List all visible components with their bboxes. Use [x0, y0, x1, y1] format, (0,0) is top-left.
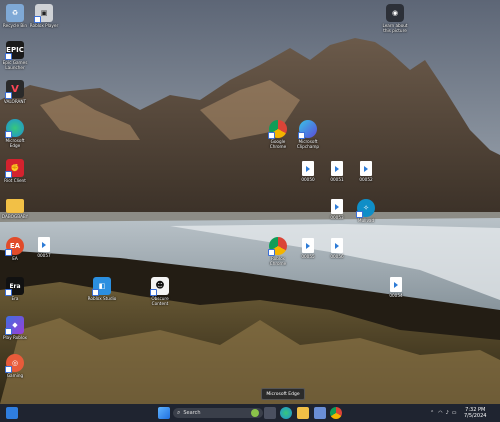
icon-label: Epic Games Launcher: [2, 60, 28, 70]
wifi-icon[interactable]: ◠: [438, 410, 442, 416]
icon-label: Recycle Bin: [2, 23, 28, 28]
icon-label: DABOGBABY: [1, 214, 29, 219]
valorant-shortcut[interactable]: V VALORANT: [0, 80, 30, 104]
chrome-icon: [268, 237, 287, 256]
icon-label: 00054: [389, 293, 403, 298]
file-icon: [331, 161, 343, 176]
icon-label: 00057: [37, 253, 51, 258]
microsoft-edge-shortcut[interactable]: Microsoft Edge: [0, 119, 30, 148]
icon-label: VALORANT: [3, 99, 27, 104]
learn-about-picture-shortcut[interactable]: ◉ Learn about this picture: [380, 4, 410, 33]
file-00052[interactable]: 00052: [351, 161, 381, 182]
file-icon: [390, 277, 402, 292]
mullvad-shortcut[interactable]: ✧ Mullvad: [351, 199, 381, 223]
obscure-content-shortcut[interactable]: ☻ Obscure Content: [145, 277, 175, 306]
riot-client-shortcut[interactable]: ✊ Riot Client: [0, 159, 30, 183]
ea-shortcut[interactable]: EA EA: [0, 237, 30, 261]
roblox-chrome-shortcut[interactable]: Roblox Chrome: [263, 237, 293, 266]
volume-icon[interactable]: ♪: [446, 410, 449, 416]
mullvad-icon: ✧: [356, 199, 375, 218]
roblox-studio-icon: ◧: [92, 277, 111, 296]
icon-label: Microsoft Clipchamp: [296, 139, 320, 149]
gaming-shortcut[interactable]: ◎ Gaming: [0, 354, 30, 378]
riot-icon: ✊: [5, 159, 24, 178]
file-00056[interactable]: 00056: [322, 238, 352, 259]
file-icon: [360, 161, 372, 176]
chevron-up-icon[interactable]: ⌃: [430, 410, 434, 416]
taskbar: ⌕ Search ⌃ ◠ ♪ ▭ 7:32 PM 7/5/2024: [0, 404, 500, 422]
file-icon: [331, 199, 343, 214]
icon-label: Obscure Content: [151, 296, 169, 306]
system-tray: ⌃ ◠ ♪ ▭: [430, 404, 457, 422]
icon-label: 00051: [330, 177, 344, 182]
icon-label: 00056: [330, 254, 344, 259]
chrome-icon: [268, 120, 287, 139]
recycle-bin-shortcut[interactable]: ♻ Recycle Bin: [0, 4, 30, 28]
icon-label: Learn about this picture: [382, 23, 408, 33]
icon-label: Roblox Player: [29, 23, 59, 28]
folder-icon: [6, 199, 24, 213]
file-00050[interactable]: 00050: [293, 161, 323, 182]
file-00057[interactable]: 00057: [29, 237, 59, 258]
search-highlight-icon: [251, 409, 259, 417]
camera-icon: ◉: [386, 4, 404, 22]
icon-label: Play Roblox: [2, 335, 28, 340]
epic-games-icon: EPIC: [5, 41, 24, 60]
panda-icon: ☻: [150, 277, 169, 296]
icon-label: 00055: [301, 254, 315, 259]
file-00054[interactable]: 00054: [381, 277, 411, 298]
clock[interactable]: 7:32 PM 7/5/2024: [464, 404, 486, 422]
roblox-player-shortcut[interactable]: ▣ Roblox Player: [29, 4, 59, 28]
search-box[interactable]: ⌕ Search: [173, 408, 263, 418]
valorant-icon: V: [5, 80, 24, 99]
ea-icon: EA: [5, 237, 24, 256]
icon-label: 00050: [301, 177, 315, 182]
roblox-studio-shortcut[interactable]: ◧ Roblox Studio: [87, 277, 117, 301]
icon-label: 00053: [330, 215, 344, 220]
era-shortcut[interactable]: Era Era: [0, 277, 30, 301]
file-00051[interactable]: 00051: [322, 161, 352, 182]
play-roblox-shortcut[interactable]: ◆ Play Roblox: [0, 316, 30, 340]
battery-icon[interactable]: ▭: [452, 410, 457, 416]
play-roblox-icon: ◆: [5, 316, 24, 335]
edge-icon: [5, 119, 24, 138]
icon-label: Google Chrome: [269, 139, 287, 149]
icon-label: Microsoft Edge: [5, 138, 25, 148]
search-placeholder: Search: [183, 410, 201, 416]
icon-label: Era: [11, 296, 19, 301]
taskbar-tooltip: Microsoft Edge: [261, 388, 305, 400]
widgets-icon[interactable]: [6, 407, 18, 419]
epic-games-shortcut[interactable]: EPIC Epic Games Launcher: [0, 41, 30, 70]
era-icon: Era: [5, 277, 24, 296]
icon-label: EA: [12, 256, 18, 261]
icon-label: Mullvad: [357, 218, 375, 223]
roblox-icon: ▣: [34, 4, 53, 23]
file-icon: [331, 238, 343, 253]
file-icon: [302, 238, 314, 253]
desktop-wallpaper: [0, 0, 500, 404]
search-icon: ⌕: [177, 409, 181, 416]
icon-label: Roblox Studio: [87, 296, 117, 301]
file-icon: [302, 161, 314, 176]
task-view-icon[interactable]: [264, 407, 276, 419]
google-chrome-shortcut[interactable]: Google Chrome: [263, 120, 293, 149]
clock-date: 7/5/2024: [464, 413, 487, 419]
icon-label: 00052: [359, 177, 373, 182]
recycle-bin-icon: ♻: [6, 4, 24, 22]
store-icon[interactable]: [314, 407, 326, 419]
file-icon: [38, 237, 50, 252]
start-button[interactable]: [158, 407, 170, 419]
file-00053[interactable]: 00053: [322, 199, 352, 220]
chrome-taskbar-icon[interactable]: [330, 407, 342, 419]
icon-label: Roblox Chrome: [269, 256, 287, 266]
clipchamp-icon: [298, 120, 317, 139]
edge-taskbar-icon[interactable]: [280, 407, 292, 419]
icon-label: Gaming: [6, 373, 24, 378]
clipchamp-shortcut[interactable]: Microsoft Clipchamp: [293, 120, 323, 149]
dabogbaby-folder[interactable]: DABOGBABY: [0, 199, 30, 219]
file-explorer-icon[interactable]: [297, 407, 309, 419]
file-00055[interactable]: 00055: [293, 238, 323, 259]
icon-label: Riot Client: [4, 178, 26, 183]
gaming-icon: ◎: [5, 354, 24, 373]
